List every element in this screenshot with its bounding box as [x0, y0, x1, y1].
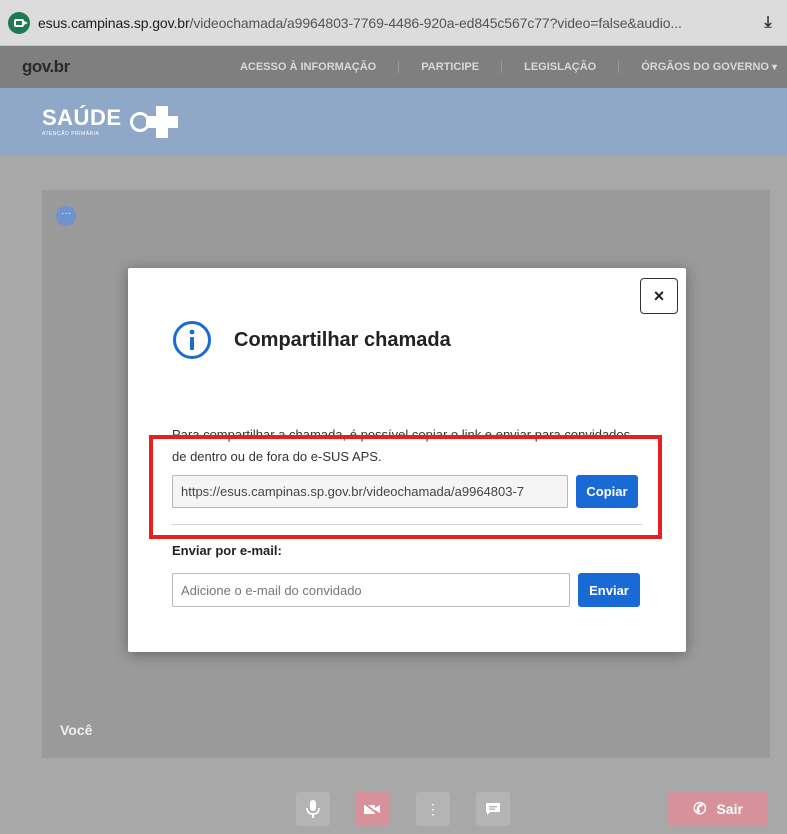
url-text[interactable]: esus.campinas.sp.gov.br/videochamada/a99…: [38, 15, 749, 31]
saude-title: SAÚDE: [42, 105, 122, 130]
leave-call-button[interactable]: ✆ Sair: [668, 792, 768, 826]
email-input[interactable]: [172, 573, 570, 607]
url-host: esus.campinas.sp.gov.br: [38, 14, 190, 31]
gov-navbar: gov.br ACESSO À INFORMAÇÃO PARTICIPE LEG…: [0, 46, 787, 88]
esus-logo: [129, 106, 178, 138]
nav-link-orgaos-governo[interactable]: ÓRGÃOS DO GOVERNO ▾: [619, 61, 787, 73]
browser-address-bar[interactable]: esus.campinas.sp.gov.br/videochamada/a99…: [0, 0, 787, 46]
close-button[interactable]: ×: [640, 278, 678, 314]
gov-links: ACESSO À INFORMAÇÃO PARTICIPE LEGISLAÇÃO…: [218, 61, 787, 73]
nav-link-participe[interactable]: PARTICIPE: [399, 61, 503, 73]
download-icon[interactable]: ⤓: [757, 12, 779, 34]
self-video-label: Você: [60, 722, 93, 738]
nav-link-legislacao[interactable]: LEGISLAÇÃO: [502, 61, 620, 73]
video-off-icon[interactable]: [355, 792, 389, 826]
microphone-icon[interactable]: [296, 792, 330, 826]
more-options-icon[interactable]: ···: [56, 206, 76, 226]
modal-header: Compartilhar chamada: [172, 320, 451, 360]
saude-subtitle: ATENÇÃO PRIMÁRIA: [42, 131, 100, 137]
nav-link-label: ÓRGÃOS DO GOVERNO: [641, 61, 769, 73]
saude-logo: SAÚDE ATENÇÃO PRIMÁRIA: [42, 105, 122, 138]
saude-banner: SAÚDE ATENÇÃO PRIMÁRIA: [0, 88, 787, 156]
send-button[interactable]: Enviar: [578, 573, 640, 607]
chevron-down-icon: ▾: [771, 62, 777, 73]
info-icon: [173, 321, 211, 359]
govbr-logo[interactable]: gov.br: [22, 57, 70, 77]
call-controls: ⋮ ✆ Sair: [0, 780, 787, 834]
phone-icon: ✆: [693, 801, 707, 818]
url-path: /videochamada/a9964803-7769-4486-920a-ed…: [189, 14, 682, 31]
video-call-icon: [8, 11, 30, 34]
modal-title: Compartilhar chamada: [234, 328, 451, 351]
more-vertical-icon[interactable]: ⋮: [416, 792, 450, 826]
highlight-box: [149, 435, 662, 539]
chat-icon[interactable]: [476, 792, 510, 826]
leave-call-label: Sair: [716, 801, 743, 817]
email-row: Enviar: [172, 573, 640, 607]
health-cross-icon: [145, 106, 178, 138]
email-label: Enviar por e-mail:: [172, 543, 282, 558]
nav-link-acesso-informacao[interactable]: ACESSO À INFORMAÇÃO: [218, 61, 400, 73]
